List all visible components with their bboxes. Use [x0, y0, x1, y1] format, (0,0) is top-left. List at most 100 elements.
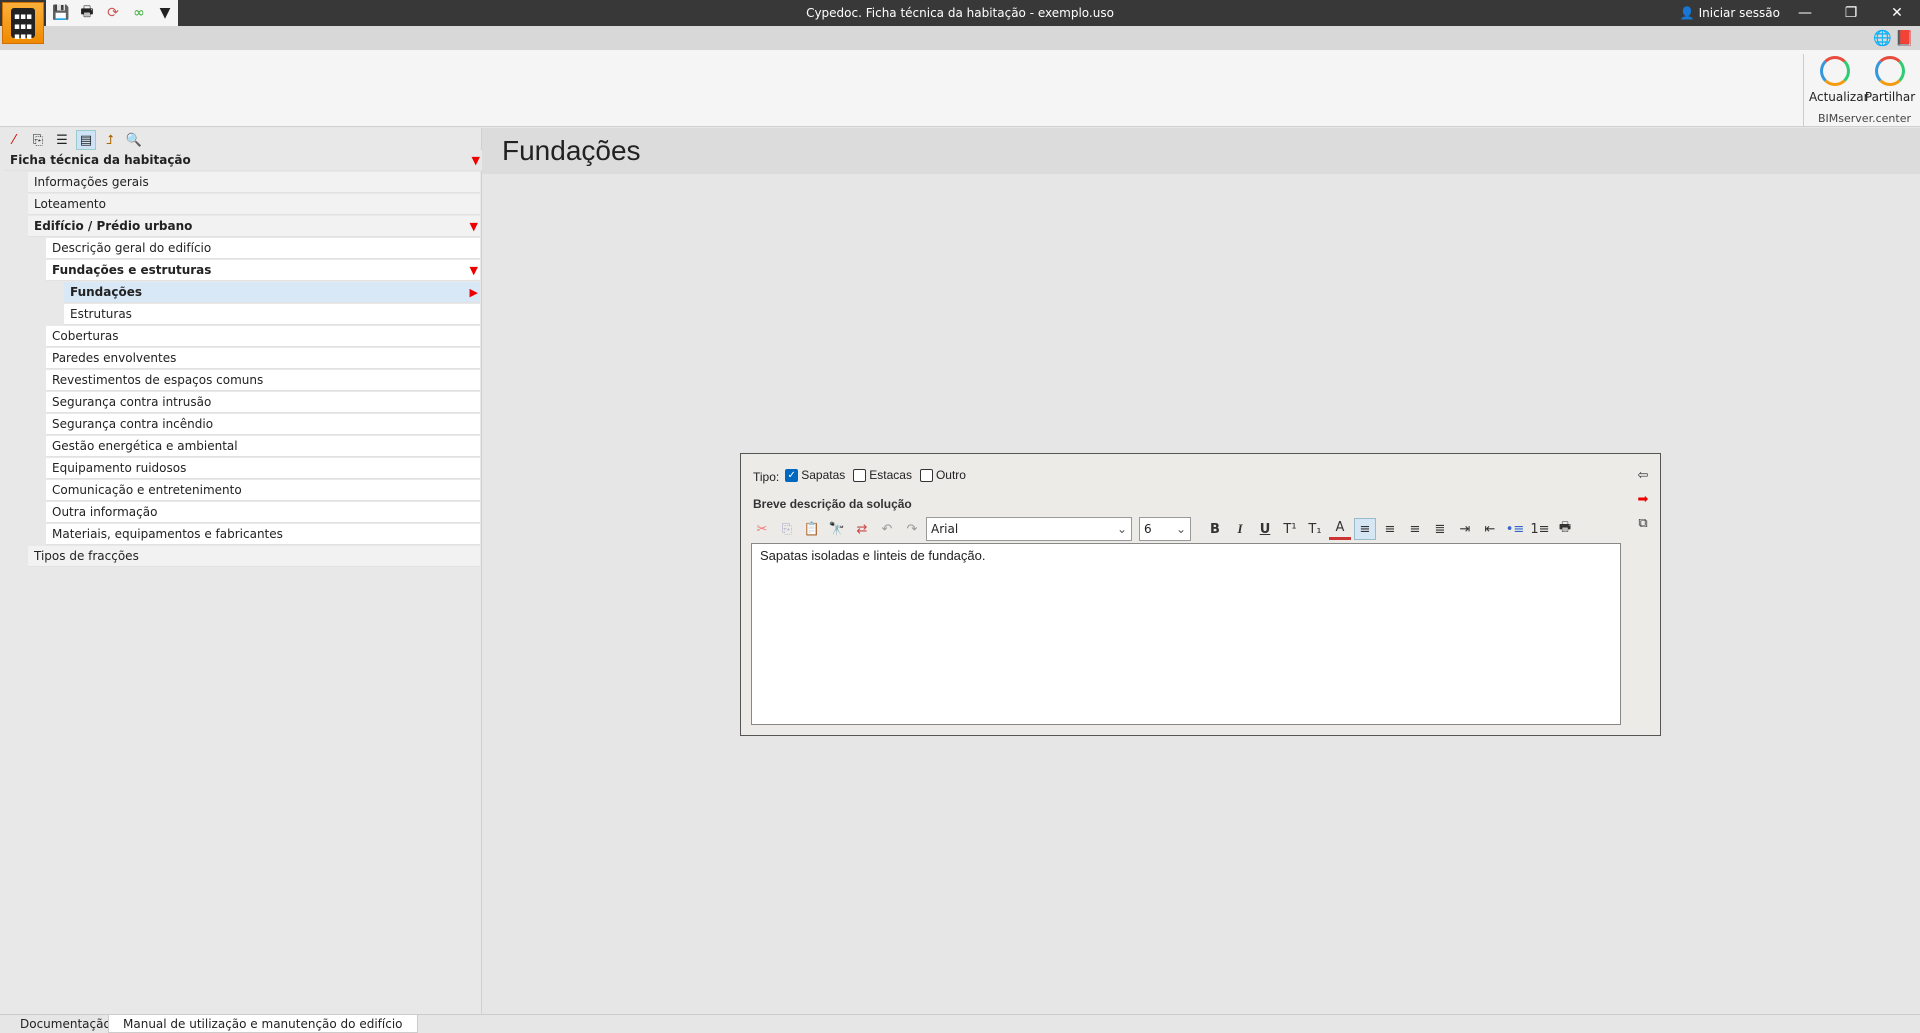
tree-item[interactable]: Coberturas	[46, 326, 480, 347]
description-editor[interactable]: Sapatas isoladas e linteis de fundação.	[751, 543, 1621, 725]
tree-item[interactable]: Fundações e estruturas ▼	[46, 260, 480, 281]
move-up-icon[interactable]: ⮥	[100, 130, 120, 150]
indent-decrease-icon[interactable]: ⇤	[1479, 518, 1501, 540]
tree-item[interactable]: Comunicação e entretenimento	[46, 480, 480, 501]
tab-manual[interactable]: Manual de utilização e manutenção do edi…	[108, 1015, 418, 1033]
tree-item[interactable]: Materiais, equipamentos e fabricantes	[46, 524, 480, 545]
tree-item[interactable]: Fundações ▶	[64, 282, 480, 303]
bimserver-share-icon[interactable]: ∞	[130, 4, 148, 22]
tree-item[interactable]: Descrição geral do edifício	[46, 238, 480, 259]
bimserver-update-icon[interactable]: ⟳	[104, 4, 122, 22]
expand-arrow-icon[interactable]: ▶	[470, 282, 478, 303]
duplicate-icon[interactable]: ⧉	[1632, 512, 1654, 534]
subscript-icon[interactable]: T₁	[1304, 518, 1326, 540]
user-icon: 👤	[1679, 6, 1695, 20]
font-size-select[interactable]: 6 ⌄	[1139, 517, 1191, 541]
tree-item[interactable]: Estruturas	[64, 304, 480, 325]
bold-icon[interactable]: B	[1204, 518, 1226, 540]
tree-item-label: Comunicação e entretenimento	[52, 483, 242, 497]
superscript-icon[interactable]: T¹	[1279, 518, 1301, 540]
tree-item-label: Paredes envolventes	[52, 351, 177, 365]
app-menu-button[interactable]: ▪▪▪ ▪▪▪ ▪▪▪	[2, 2, 44, 44]
print-icon[interactable]: 🖶	[78, 4, 96, 22]
copy-icon[interactable]: ⎘	[776, 518, 798, 540]
tree-item-label: Fundações	[70, 285, 143, 299]
tree-item[interactable]: Edifício / Prédio urbano ▼	[28, 216, 480, 237]
undo-icon[interactable]: ↶	[876, 518, 898, 540]
redo-icon[interactable]: ↷	[901, 518, 923, 540]
customize-dropdown-icon[interactable]: ▼	[156, 4, 174, 22]
tree-item[interactable]: Revestimentos de espaços comuns	[46, 370, 480, 391]
tree-item[interactable]: Gestão energética e ambiental	[46, 436, 480, 457]
checkbox-icon	[853, 468, 867, 482]
share-button[interactable]: Partilhar	[1864, 54, 1916, 104]
import-icon[interactable]: ⇦	[1632, 464, 1654, 486]
indent-increase-icon[interactable]: ⇥	[1454, 518, 1476, 540]
tree-item[interactable]: Loteamento	[28, 194, 480, 215]
align-right-icon[interactable]: ≡	[1404, 518, 1426, 540]
text-block-icon[interactable]: ▤	[76, 130, 96, 150]
minimize-button[interactable]: —	[1782, 0, 1828, 26]
chevron-down-icon: ⌄	[1175, 522, 1186, 536]
underline-icon[interactable]: U	[1254, 518, 1276, 540]
tree-root[interactable]: Ficha técnica da habitação ▼	[4, 150, 482, 171]
foundation-form: Tipo: ✓ Sapatas Estacas Outro Breve descr…	[740, 453, 1661, 736]
tree-item[interactable]: Informações gerais	[28, 172, 480, 193]
align-left-icon[interactable]: ≡	[1354, 518, 1376, 540]
chevron-down-icon: ⌄	[1116, 522, 1127, 536]
tree-item-label: Edifício / Prédio urbano	[34, 219, 193, 233]
replace-icon[interactable]: ⇄	[851, 518, 873, 540]
type-label: Tipo:	[753, 470, 780, 484]
list-icon[interactable]: ☰	[52, 130, 72, 150]
tree-item[interactable]: Tipos de fracções	[28, 546, 480, 567]
close-button[interactable]: ✕	[1874, 0, 1920, 26]
print-icon[interactable]: 🖶	[1554, 518, 1576, 540]
help-book-icon[interactable]: 📕	[1895, 29, 1914, 47]
tree-item-label: Equipamento ruidosos	[52, 461, 187, 475]
refresh-icon	[1820, 56, 1850, 86]
font-select[interactable]: Arial ⌄	[926, 517, 1132, 541]
collapse-arrow-icon[interactable]: ▼	[470, 216, 478, 237]
cut-icon[interactable]: ✂	[751, 518, 773, 540]
paste-icon[interactable]: 📋	[801, 518, 823, 540]
save-icon[interactable]: 💾	[52, 4, 70, 22]
tree-item[interactable]: Segurança contra intrusão	[46, 392, 480, 413]
ribbon-group-label: BIMserver.center	[1818, 112, 1911, 125]
collapse-arrow-icon[interactable]: ▼	[472, 150, 480, 171]
checkbox-outro[interactable]: Outro	[919, 468, 966, 482]
tree-item-label: Informações gerais	[34, 175, 149, 189]
login-button[interactable]: 👤 Iniciar sessão	[1680, 0, 1780, 26]
delete-icon[interactable]: ⁄	[4, 130, 24, 150]
restore-button[interactable]: ❐	[1828, 0, 1874, 26]
update-button[interactable]: Actualizar	[1809, 54, 1869, 104]
tree-item-label: Tipos de fracções	[34, 549, 139, 563]
tree-item-label: Loteamento	[34, 197, 106, 211]
italic-icon[interactable]: I	[1229, 518, 1251, 540]
justify-icon[interactable]: ≣	[1429, 518, 1451, 540]
find-icon[interactable]: 🔭	[826, 518, 848, 540]
font-value: Arial	[931, 522, 959, 536]
share-label: Partilhar	[1864, 90, 1916, 104]
export-icon[interactable]: ➡	[1632, 488, 1654, 510]
numbered-list-icon[interactable]: 1≡	[1529, 518, 1551, 540]
tree-toolbar: ⁄ ⎘ ☰ ▤ ⮥ 🔍	[4, 130, 144, 150]
align-center-icon[interactable]: ≡	[1379, 518, 1401, 540]
tree-item[interactable]: Outra informação	[46, 502, 480, 523]
globe-icon[interactable]: 🌐	[1873, 29, 1892, 47]
tree-item[interactable]: Paredes envolventes	[46, 348, 480, 369]
checkbox-estacas[interactable]: Estacas	[853, 468, 912, 482]
tree-item[interactable]: Segurança contra incêndio	[46, 414, 480, 435]
type-row: Tipo: ✓ Sapatas Estacas Outro	[753, 466, 974, 484]
copy-icon[interactable]: ⎘	[28, 130, 48, 150]
tree-item-label: Descrição geral do edifício	[52, 241, 212, 255]
tree-item[interactable]: Equipamento ruidosos	[46, 458, 480, 479]
bullet-list-icon[interactable]: •≡	[1504, 518, 1526, 540]
search-icon[interactable]: 🔍	[124, 130, 144, 150]
tab-documentacao[interactable]: Documentação	[6, 1015, 125, 1033]
update-label: Actualizar	[1809, 90, 1869, 104]
font-color-icon[interactable]: A	[1329, 518, 1351, 540]
tree-item-label: Segurança contra intrusão	[52, 395, 212, 409]
checkbox-sapatas[interactable]: ✓ Sapatas	[785, 468, 845, 482]
collapse-arrow-icon[interactable]: ▼	[470, 260, 478, 281]
ribbon-divider	[1803, 54, 1804, 126]
